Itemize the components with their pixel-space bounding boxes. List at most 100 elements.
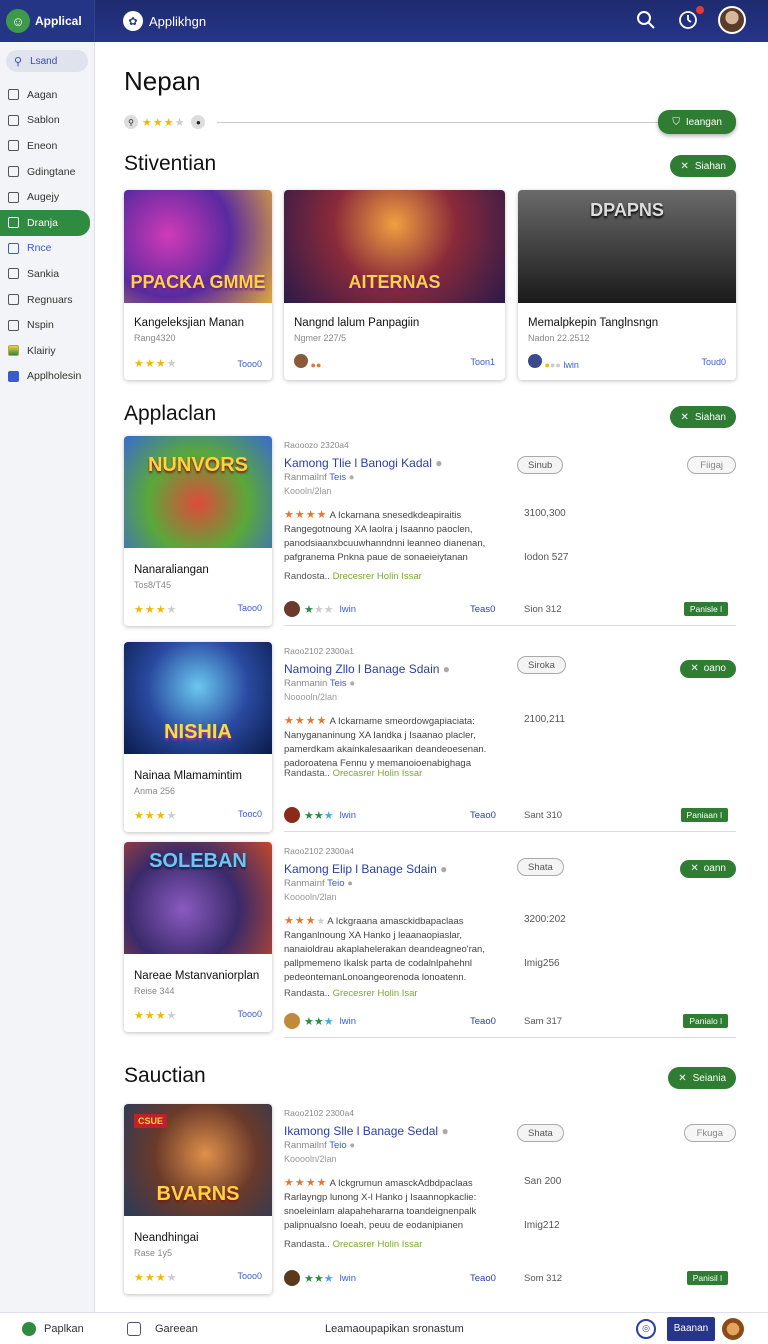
sidebar-item[interactable]: Aagan [0,82,94,108]
app-detail: Raooozo 2320a4 Kamong Tlie l Banogi Kada… [284,436,736,626]
app-card[interactable]: NISHIA Nainaa Mlamamintim Anma 256 ★★★★ … [124,642,272,832]
top-bar: ☺ Applical ✿ Applikhgn [0,0,768,42]
section3-title: Sauctian [124,1064,206,1087]
install-badge[interactable]: Paniaan l [680,808,728,822]
app-publisher: Ranmanin Teis ● [284,678,356,689]
top-action-button[interactable]: ⛉ Ieangan [658,110,736,134]
sidebar-item[interactable]: Klairiy [0,338,94,364]
app-description: ★★★★ A Ickgrumun amasckAdbdpaclaas Rarla… [284,1177,477,1231]
apps-icon [8,370,19,382]
applications-section-action[interactable]: ✕ Siahan [670,406,736,428]
tertiary-button[interactable]: Fiigaj [687,456,736,474]
card-link[interactable]: Taoo0 [237,603,262,616]
app-name[interactable]: Ikamong Slle l Banage Sedal ● [284,1124,449,1138]
bottom-item-home[interactable]: Paplkan [22,1321,84,1336]
secondary-button[interactable]: Sinub [517,456,564,474]
sidebar-item[interactable]: Regnuars [0,287,94,313]
card-link[interactable]: Toud0 [701,357,726,367]
install-badge[interactable]: Panisle l [683,602,728,616]
app-list-row[interactable]: NISHIA Nainaa Mlamamintim Anma 256 ★★★★ … [124,642,736,832]
app-card[interactable]: CSUE BVARNS Neandhingai Rase 1y5 ★★★★ To… [124,1104,272,1294]
app-stat: 3200:202 [524,914,566,925]
verified-icon: ● [441,1124,449,1138]
secondary-button[interactable]: Siroka [517,656,566,674]
sidebar-search[interactable]: ⚲ Lsand [6,50,88,72]
app-link[interactable]: lwin [340,1016,356,1027]
app-list-row[interactable]: CSUE BVARNS Neandhingai Rase 1y5 ★★★★ To… [124,1104,736,1294]
app-name[interactable]: Kamong Elip l Banage Sdain ● [284,862,447,876]
card-footer: ★★★★ Tooo0 [134,1009,262,1022]
page-icon [8,319,19,331]
applications-section-title: Applaclan [124,402,217,425]
app-icon: ✿ [123,11,143,31]
card-link[interactable]: Tooo0 [237,359,262,369]
install-badge[interactable]: Panisil l [686,1271,728,1285]
bottom-item-games[interactable]: Gareean [127,1321,198,1336]
primary-button[interactable]: ✕ oann [680,858,736,878]
app-tags: Randasta.. Orecasrer Holin Issar [284,1239,423,1250]
card-link[interactable]: Toon1 [470,357,495,367]
brand[interactable]: ☺ Applical [0,0,95,42]
verified-icon: ● [349,1140,356,1151]
search-icon[interactable] [634,8,658,32]
app-size: Sion 312 [524,603,562,615]
rating-stars: ★★★★ [142,116,186,129]
secondary-button[interactable]: Shata [517,858,564,876]
notifications-icon[interactable] [676,6,704,32]
sidebar-item[interactable]: Rnce [0,236,94,262]
sidebar-item[interactable]: Sablon [0,108,94,134]
featured-card[interactable]: PPACKA GMME Kangeleksjian Manan Rang4320… [124,190,272,380]
sidebar-item[interactable]: Eneon [0,133,94,159]
app-stars: ★★★ [304,603,334,616]
app-link[interactable]: lwin [340,1273,356,1284]
bottom-primary-button[interactable]: Baanan [667,1316,715,1341]
section3-action[interactable]: ✕ Seiania [668,1067,736,1089]
art-badge: CSUE [134,1114,168,1128]
app-list-row[interactable]: NUNVORS Nanaraliangan Tos8/T45 ★★★★ Taoo… [124,436,736,626]
card-link[interactable]: Tooc0 [238,809,262,822]
sidebar-item[interactable]: Applholesin [0,364,94,390]
tertiary-button[interactable]: Fkuga [683,1124,736,1142]
sidebar-item[interactable]: Augejy [0,184,94,210]
app-link[interactable]: lwin [340,604,356,615]
card-link[interactable]: Tooo0 [237,1271,262,1284]
app-name[interactable]: Namoing Zllo l Banage Sdain ● [284,662,450,676]
card-footer: ★★★★ Tooo0 [134,357,262,370]
profile-avatar[interactable] [722,1317,744,1340]
app-name[interactable]: Kamong Tlie l Banogi Kadal ● [284,456,442,470]
card-link[interactable]: Tooo0 [237,1009,262,1022]
app-tags: Randasta.. Orecasrer Holin Issar [284,768,423,779]
install-badge[interactable]: Panialo l [683,1014,728,1028]
sidebar-item[interactable]: Sankia [0,261,94,287]
primary-button[interactable]: ✕ oano [680,658,736,678]
document-icon [8,140,19,152]
card-title: Memalpkepin Tanglnsngn [528,317,659,329]
app-footer: ★★★ lwin Teas0 Sion 312 Panisle l [284,601,736,617]
app-publisher-secondary: Kooooln/2lan [284,1154,337,1164]
sidebar-item[interactable]: Gdingtane [0,159,94,185]
info-icon[interactable]: ◎ [636,1318,656,1339]
app-card[interactable]: SOLEBAN Nareae Mstanvaniorplan Reise 344… [124,842,272,1032]
card-footer: ●● Toon1 [294,354,495,370]
sidebar-item-label: Augejy [27,191,60,204]
featured-card[interactable]: AITERNAS Nangnd lalum Panpagiin Ngmer 22… [284,190,505,380]
tray-icon [8,191,19,203]
top-action-label: Ieangan [685,116,722,128]
secondary-button[interactable]: Shata [517,1124,564,1142]
divider [217,121,659,123]
app-size: Sam 317 [524,1015,563,1027]
applications-action-label: Siahan [694,411,726,423]
featured-card[interactable]: DPAPNS Memalpkepin Tanglnsngn Nadon 22.2… [518,190,736,380]
sidebar-item-active[interactable]: Dranja [0,209,90,236]
user-avatar[interactable] [718,6,746,34]
app-link[interactable]: lwin [340,810,356,821]
app-card[interactable]: NUNVORS Nanaraliangan Tos8/T45 ★★★★ Taoo… [124,436,272,626]
sidebar-item-label: Sankia [27,267,60,280]
featured-section-action[interactable]: ✕ Siahan [670,155,736,177]
verified-icon: ● [349,678,356,689]
app-list-row[interactable]: SOLEBAN Nareae Mstanvaniorplan Reise 344… [124,842,736,1038]
app-meta: Raoo2102 2300a4 [284,846,354,856]
app-mid-label: Teas0 [470,603,496,615]
sidebar-item[interactable]: Nspin [0,312,94,338]
leaf-icon [22,1321,36,1336]
